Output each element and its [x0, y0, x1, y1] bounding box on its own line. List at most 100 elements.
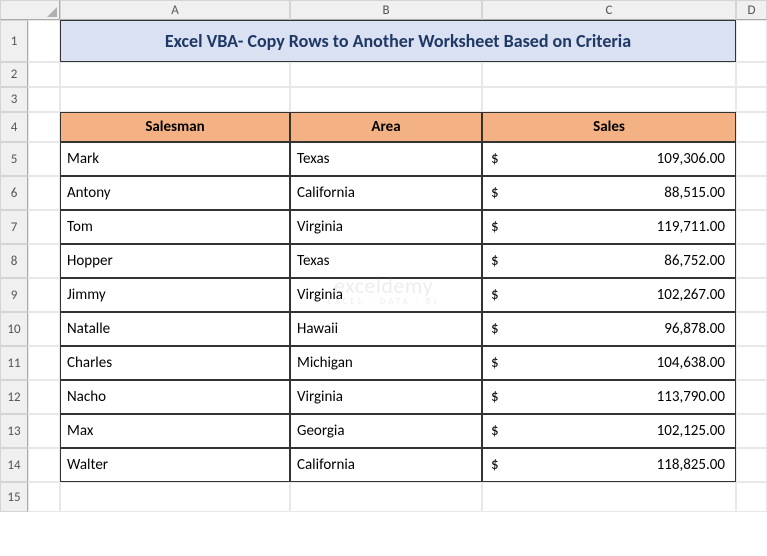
cell-area[interactable]: Virginia — [290, 210, 482, 244]
cell-salesman[interactable]: Tom — [60, 210, 290, 244]
cell-area[interactable]: Michigan — [290, 346, 482, 380]
col-header-d[interactable]: D — [736, 0, 767, 20]
row-header-4[interactable]: 4 — [0, 112, 28, 142]
row-header-8[interactable]: 8 — [0, 244, 28, 278]
row-header-7[interactable]: 7 — [0, 210, 28, 244]
row-header-11[interactable]: 11 — [0, 346, 28, 380]
cell-e6[interactable] — [736, 176, 767, 210]
cell-e2[interactable] — [736, 62, 767, 87]
cell-a5[interactable] — [28, 142, 60, 176]
row-header-12[interactable]: 12 — [0, 380, 28, 414]
cell-a3[interactable] — [28, 87, 60, 112]
cell-e11[interactable] — [736, 346, 767, 380]
currency-symbol: $ — [489, 320, 499, 338]
cell-c15[interactable] — [290, 482, 482, 512]
cell-a6[interactable] — [28, 176, 60, 210]
cell-salesman[interactable]: Jimmy — [60, 278, 290, 312]
cell-d3[interactable] — [482, 87, 736, 112]
col-header-c[interactable]: C — [482, 0, 736, 20]
cell-e15[interactable] — [736, 482, 767, 512]
cell-salesman[interactable]: Mark — [60, 142, 290, 176]
cell-c2[interactable] — [290, 62, 482, 87]
sales-value: 109,306.00 — [657, 150, 729, 168]
col-header-a[interactable]: A — [60, 0, 290, 20]
cell-b15[interactable] — [60, 482, 290, 512]
cell-a12[interactable] — [28, 380, 60, 414]
cell-sales[interactable]: $118,825.00 — [482, 448, 736, 482]
cell-e5[interactable] — [736, 142, 767, 176]
cell-salesman[interactable]: Antony — [60, 176, 290, 210]
header-sales[interactable]: Sales — [482, 112, 736, 142]
currency-symbol: $ — [489, 422, 499, 440]
header-salesman[interactable]: Salesman — [60, 112, 290, 142]
currency-symbol: $ — [489, 388, 499, 406]
cell-area[interactable]: Virginia — [290, 380, 482, 414]
cell-area[interactable]: California — [290, 176, 482, 210]
cell-salesman[interactable]: Charles — [60, 346, 290, 380]
row-header-15[interactable]: 15 — [0, 482, 28, 512]
cell-area[interactable]: Texas — [290, 244, 482, 278]
row-header-10[interactable]: 10 — [0, 312, 28, 346]
cell-salesman[interactable]: Walter — [60, 448, 290, 482]
cell-a2[interactable] — [28, 62, 60, 87]
row-header-6[interactable]: 6 — [0, 176, 28, 210]
sales-value: 119,711.00 — [657, 218, 729, 236]
cell-e1[interactable] — [736, 20, 767, 62]
cell-a1[interactable] — [28, 20, 60, 62]
header-area[interactable]: Area — [290, 112, 482, 142]
cell-sales[interactable]: $109,306.00 — [482, 142, 736, 176]
cell-e13[interactable] — [736, 414, 767, 448]
cell-a7[interactable] — [28, 210, 60, 244]
cell-sales[interactable]: $119,711.00 — [482, 210, 736, 244]
cell-e3[interactable] — [736, 87, 767, 112]
cell-d15[interactable] — [482, 482, 736, 512]
cell-c3[interactable] — [290, 87, 482, 112]
cell-e10[interactable] — [736, 312, 767, 346]
cell-e12[interactable] — [736, 380, 767, 414]
cell-area[interactable]: Georgia — [290, 414, 482, 448]
cell-area[interactable]: California — [290, 448, 482, 482]
cell-sales[interactable]: $96,878.00 — [482, 312, 736, 346]
cell-d2[interactable] — [482, 62, 736, 87]
cell-e4[interactable] — [736, 112, 767, 142]
cell-a14[interactable] — [28, 448, 60, 482]
sales-value: 113,790.00 — [657, 388, 729, 406]
cell-e8[interactable] — [736, 244, 767, 278]
cell-salesman[interactable]: Natalle — [60, 312, 290, 346]
cell-e9[interactable] — [736, 278, 767, 312]
cell-sales[interactable]: $102,267.00 — [482, 278, 736, 312]
row-header-14[interactable]: 14 — [0, 448, 28, 482]
cell-area[interactable]: Hawaii — [290, 312, 482, 346]
col-header-b[interactable]: B — [290, 0, 482, 20]
cell-e14[interactable] — [736, 448, 767, 482]
cell-a4[interactable] — [28, 112, 60, 142]
sales-value: 102,267.00 — [657, 286, 729, 304]
row-header-13[interactable]: 13 — [0, 414, 28, 448]
cell-a11[interactable] — [28, 346, 60, 380]
row-header-5[interactable]: 5 — [0, 142, 28, 176]
cell-a10[interactable] — [28, 312, 60, 346]
cell-sales[interactable]: $88,515.00 — [482, 176, 736, 210]
cell-a15[interactable] — [28, 482, 60, 512]
cell-a8[interactable] — [28, 244, 60, 278]
cell-salesman[interactable]: Hopper — [60, 244, 290, 278]
row-header-1[interactable]: 1 — [0, 20, 28, 62]
cell-sales[interactable]: $104,638.00 — [482, 346, 736, 380]
cell-salesman[interactable]: Nacho — [60, 380, 290, 414]
cell-salesman[interactable]: Max — [60, 414, 290, 448]
row-header-2[interactable]: 2 — [0, 62, 28, 87]
cell-b2[interactable] — [60, 62, 290, 87]
row-header-3[interactable]: 3 — [0, 87, 28, 112]
cell-a9[interactable] — [28, 278, 60, 312]
cell-area[interactable]: Virginia — [290, 278, 482, 312]
cell-a13[interactable] — [28, 414, 60, 448]
select-all-corner[interactable] — [0, 0, 60, 20]
cell-sales[interactable]: $86,752.00 — [482, 244, 736, 278]
cell-sales[interactable]: $102,125.00 — [482, 414, 736, 448]
row-header-9[interactable]: 9 — [0, 278, 28, 312]
page-title[interactable]: Excel VBA- Copy Rows to Another Workshee… — [60, 20, 736, 62]
cell-sales[interactable]: $113,790.00 — [482, 380, 736, 414]
cell-b3[interactable] — [60, 87, 290, 112]
cell-e7[interactable] — [736, 210, 767, 244]
cell-area[interactable]: Texas — [290, 142, 482, 176]
